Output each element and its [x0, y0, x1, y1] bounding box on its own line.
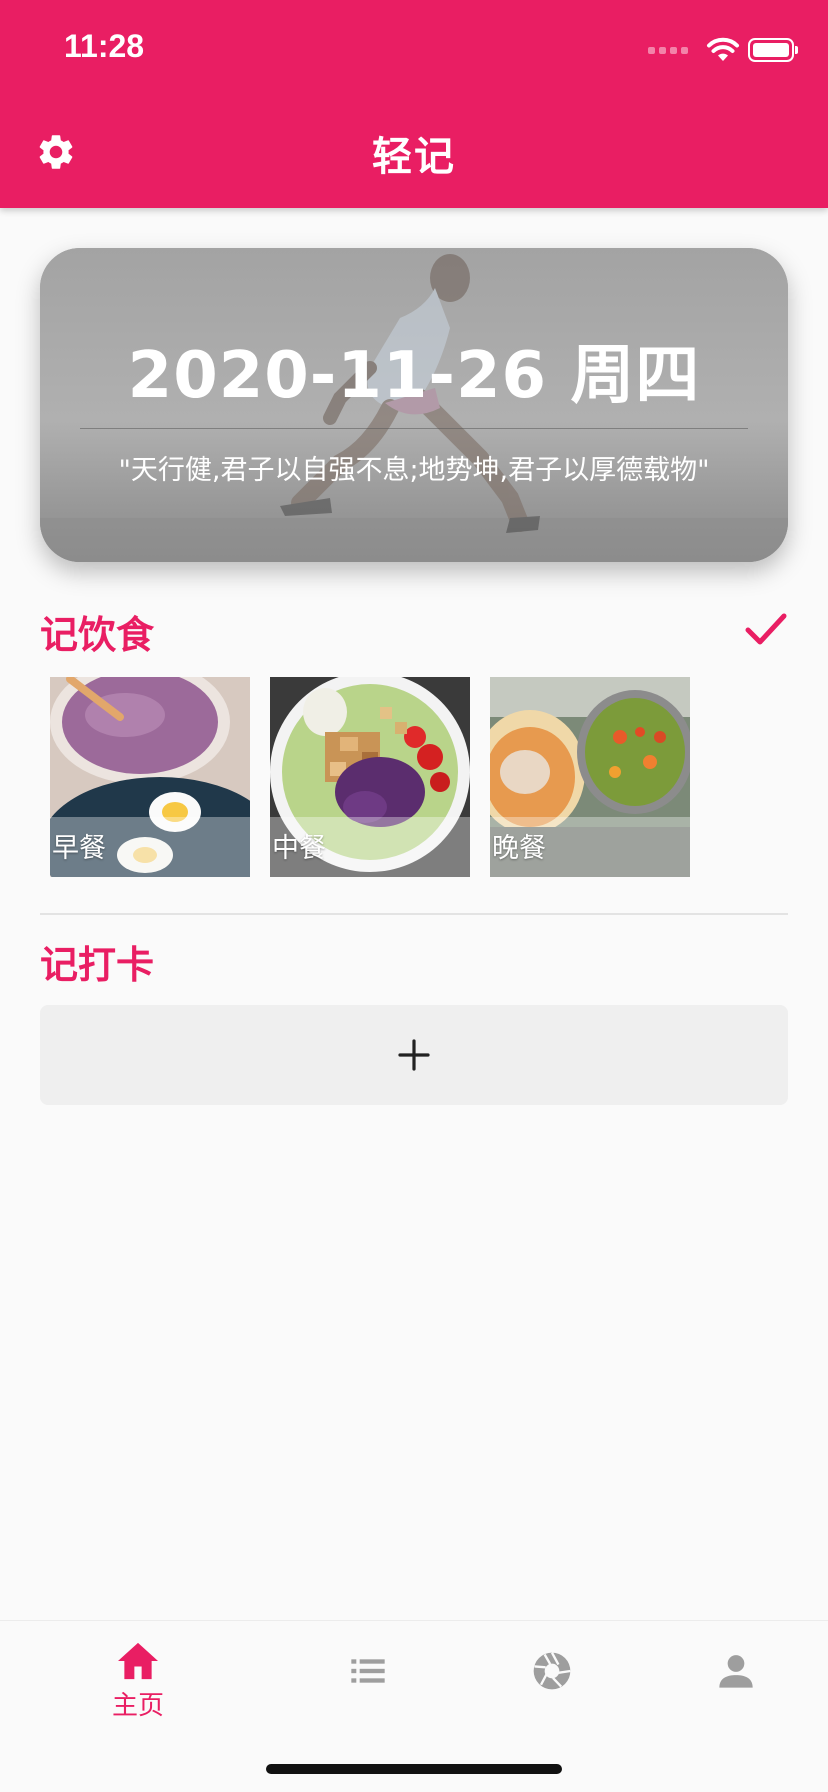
breakfast-card[interactable]: 早餐: [50, 677, 250, 877]
dinner-card[interactable]: 晚餐: [490, 677, 690, 877]
banner-divider: [80, 428, 748, 429]
nav-list[interactable]: [308, 1641, 428, 1751]
add-checkin-button[interactable]: [40, 1005, 788, 1105]
motto-quote: "天行健,君子以自强不息;地势坤,君子以厚德载物": [118, 455, 710, 486]
check-icon: [745, 613, 787, 645]
lunch-card[interactable]: 中餐: [270, 677, 470, 877]
list-icon: [351, 1659, 385, 1683]
camera-aperture-icon: [533, 1652, 571, 1690]
current-date: 2020-11-26 周四: [127, 339, 701, 413]
battery-icon: [748, 38, 798, 62]
home-icon: [118, 1642, 158, 1680]
nav-home[interactable]: 主页: [78, 1641, 198, 1751]
plus-icon: [398, 1039, 430, 1071]
section-divider: [40, 913, 788, 915]
app-title: 轻记: [372, 134, 456, 180]
home-indicator: [266, 1764, 562, 1774]
checkin-section-title: 记打卡: [40, 943, 155, 987]
nav-camera[interactable]: [492, 1641, 612, 1751]
nav-profile[interactable]: [676, 1641, 796, 1751]
wifi-icon: [707, 37, 739, 61]
date-banner: 2020-11-26 周四 "天行健,君子以自强不息;地势坤,君子以厚德载物": [40, 248, 788, 562]
home-screen: 11:28 轻记 2020-11-26 周四 "天行健,君子以自强不息;地势坤,…: [0, 0, 828, 1792]
meal-label: 晚餐: [492, 833, 546, 864]
meal-label: 早餐: [52, 833, 106, 864]
cellular-signal-icon: [648, 46, 688, 54]
diet-section-title: 记饮食: [40, 613, 155, 657]
meal-label: 中餐: [272, 833, 326, 864]
app-bar: 11:28 轻记: [0, 0, 828, 208]
status-indicators: [648, 34, 798, 66]
person-icon: [719, 1655, 753, 1688]
diet-confirm-button[interactable]: [740, 608, 792, 652]
nav-home-label: 主页: [111, 1691, 164, 1721]
status-time: 11:28: [64, 28, 145, 64]
